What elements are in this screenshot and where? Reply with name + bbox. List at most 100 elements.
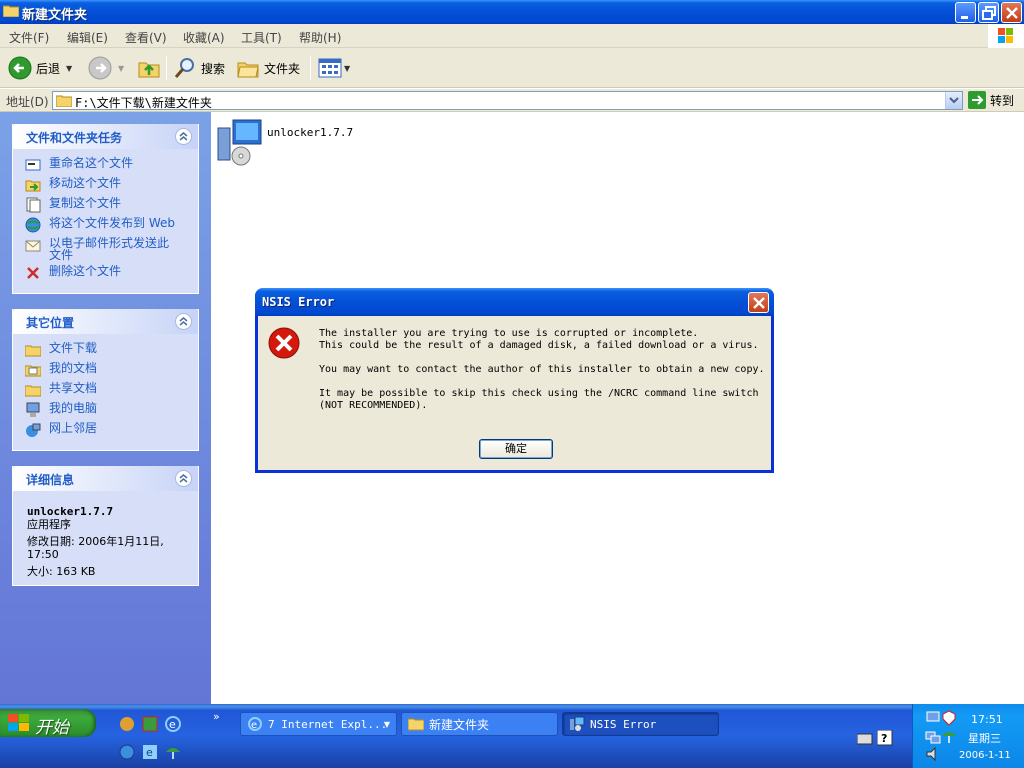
ie-icon[interactable]: e: [142, 744, 158, 760]
detail-file-name: unlocker1.7.7: [27, 505, 114, 518]
umbrella-icon[interactable]: [941, 728, 957, 744]
help-icon[interactable]: ?: [877, 730, 893, 746]
go-label: 转到: [990, 93, 1015, 108]
close-button[interactable]: [1001, 2, 1022, 23]
task-email[interactable]: 以电子邮件形式发送此文件: [25, 237, 198, 265]
menu-help[interactable]: 帮助(H): [299, 29, 341, 46]
address-input[interactable]: F:\文件下载\新建文件夹: [52, 91, 963, 110]
title-bar[interactable]: 新建文件夹: [0, 0, 1024, 24]
other-places-panel: 其它位置 文件下载 我的文档 共享文档 我的电脑 网上邻居: [12, 309, 199, 451]
dialog-title-bar[interactable]: NSIS Error: [255, 288, 774, 316]
folder-icon: [408, 718, 424, 731]
taskbar: 开始 e e » e 7 Internet Expl... ▼ 新建文件夹 NS…: [0, 704, 1024, 768]
forward-arrow-icon: [88, 56, 112, 80]
task-copy[interactable]: 复制这个文件: [25, 197, 198, 217]
address-label: 地址(D): [6, 95, 49, 109]
quicklaunch-more-icon[interactable]: »: [213, 710, 220, 723]
close-icon: [753, 297, 765, 309]
task-publish-web[interactable]: 将这个文件发布到 Web: [25, 217, 198, 237]
up-button[interactable]: [137, 54, 161, 82]
menu-tools[interactable]: 工具(T): [241, 29, 282, 46]
taskbar-button-folder[interactable]: 新建文件夹: [401, 712, 558, 736]
go-arrow-icon: [968, 91, 986, 109]
folders-button[interactable]: 文件夹: [236, 54, 300, 82]
quicklaunch-app-icon[interactable]: [142, 716, 158, 732]
collapse-icon[interactable]: [175, 128, 192, 145]
views-dropdown-icon[interactable]: ▼: [344, 64, 350, 73]
go-button[interactable]: 转到: [968, 91, 1014, 109]
dialog-close-button[interactable]: [748, 292, 769, 313]
search-icon: [174, 58, 194, 78]
place-my-computer[interactable]: 我的电脑: [25, 402, 198, 422]
network-status-icon[interactable]: [925, 710, 941, 726]
my-computer-icon: [26, 402, 40, 417]
task-delete[interactable]: 删除这个文件: [25, 265, 198, 285]
file-tasks-header[interactable]: 文件和文件夹任务: [13, 124, 198, 149]
menu-bar: 文件(F) 编辑(E) 查看(V) 收藏(A) 工具(T) 帮助(H): [0, 24, 1024, 48]
error-dialog: NSIS Error The installer you are trying …: [255, 288, 774, 473]
security-shield-icon[interactable]: [941, 710, 957, 726]
taskbar-button-ie[interactable]: e 7 Internet Expl... ▼: [240, 712, 397, 736]
place-shared-documents[interactable]: 共享文档: [25, 382, 198, 402]
ok-button[interactable]: 确定: [479, 439, 553, 459]
file-item[interactable]: unlocker1.7.7: [215, 118, 353, 166]
back-button[interactable]: 后退 ▼: [8, 54, 72, 82]
quicklaunch-app-icon[interactable]: [119, 716, 135, 732]
views-button[interactable]: ▼: [318, 54, 350, 82]
back-dropdown-icon[interactable]: ▼: [66, 64, 72, 73]
system-tray: 17:51 星期三 2006-1-11: [912, 704, 1024, 768]
volume-icon[interactable]: [925, 746, 941, 762]
address-dropdown-button[interactable]: [945, 92, 962, 109]
forward-dropdown-icon[interactable]: ▼: [118, 64, 124, 73]
details-header[interactable]: 详细信息: [13, 466, 198, 491]
menu-favorites[interactable]: 收藏(A): [183, 29, 225, 46]
svg-text:e: e: [251, 720, 257, 731]
task-rename[interactable]: 重命名这个文件: [25, 157, 198, 177]
delete-icon: [27, 267, 39, 279]
forward-button[interactable]: ▼: [88, 54, 124, 82]
search-button[interactable]: 搜索: [173, 54, 225, 82]
minimize-icon: [961, 16, 968, 19]
chevron-down-icon: [949, 97, 959, 104]
detail-file-type: 应用程序: [27, 518, 71, 531]
other-places-header[interactable]: 其它位置: [13, 309, 198, 334]
folders-icon: [237, 62, 259, 78]
place-my-documents[interactable]: 我的文档: [25, 362, 198, 382]
installer-icon: [217, 119, 262, 166]
task-move[interactable]: 移动这个文件: [25, 177, 198, 197]
address-bar: 地址(D) F:\文件下载\新建文件夹 转到: [0, 89, 1024, 112]
publish-web-icon: [25, 217, 41, 233]
copy-icon: [26, 197, 41, 213]
toolbar-separator: [166, 56, 167, 80]
detail-modified: 修改日期: 2006年1月11日, 17:50: [27, 535, 164, 561]
place-downloads[interactable]: 文件下载: [25, 342, 198, 362]
menu-file[interactable]: 文件(F): [9, 29, 49, 46]
network-connection-icon[interactable]: [925, 728, 941, 744]
place-network[interactable]: 网上邻居: [25, 422, 198, 442]
shared-folder-icon: [25, 385, 41, 397]
email-icon: [25, 240, 41, 252]
clock-day[interactable]: 星期三: [968, 730, 1001, 746]
umbrella-icon[interactable]: [165, 744, 181, 760]
keyboard-icon[interactable]: [857, 732, 873, 746]
ie-icon[interactable]: e: [165, 716, 181, 732]
clock-time[interactable]: 17:51: [971, 713, 1003, 726]
taskbar-button-nsis[interactable]: NSIS Error: [562, 712, 719, 736]
dialog-title: NSIS Error: [262, 295, 335, 309]
menu-view[interactable]: 查看(V): [125, 29, 167, 46]
collapse-icon[interactable]: [175, 470, 192, 487]
back-label: 后退: [36, 61, 61, 76]
file-name: unlocker1.7.7: [267, 125, 354, 139]
minimize-button[interactable]: [955, 2, 976, 23]
my-documents-icon: [25, 365, 41, 377]
collapse-icon[interactable]: [175, 313, 192, 330]
back-arrow-icon: [8, 56, 32, 80]
globe-icon[interactable]: [119, 744, 135, 760]
start-button[interactable]: 开始: [0, 709, 96, 738]
close-icon: [1006, 7, 1018, 19]
folders-label: 文件夹: [264, 61, 301, 76]
menu-edit[interactable]: 编辑(E): [67, 29, 108, 46]
toolbar-separator: [310, 56, 311, 80]
restore-button[interactable]: [978, 2, 999, 23]
clock-date[interactable]: 2006-1-11: [959, 750, 1011, 761]
